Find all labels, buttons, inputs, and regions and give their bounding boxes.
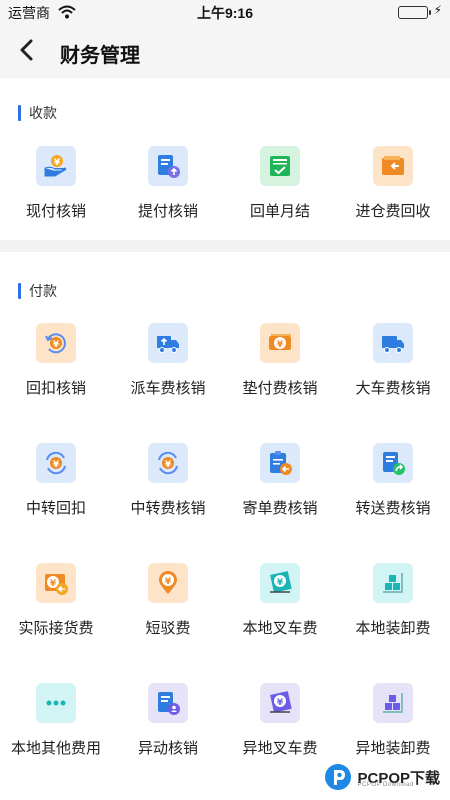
grid-item-forklift-yuan[interactable]: ¥ 异地叉车费 [224, 683, 336, 783]
grid-item-more-dots[interactable]: 本地其他费用 [0, 683, 112, 783]
grid-item-label: 回扣核销 [25, 380, 86, 397]
cash-hand-icon: ¥ [36, 146, 76, 186]
svg-text:¥: ¥ [53, 460, 60, 470]
boxes-cart-icon [373, 563, 413, 603]
section-header-payments: 付款 [18, 281, 57, 301]
clipboard-send-icon [260, 443, 300, 483]
grid-item-label: 派车费核销 [130, 380, 206, 397]
svg-text:¥: ¥ [165, 577, 172, 587]
grid-item-receipt-check[interactable]: 回单月结 [224, 146, 336, 246]
grid-item-wallet-return[interactable]: 进仓费回收 [337, 146, 449, 246]
grid-item-label: 进仓费回收 [355, 203, 431, 220]
receipt-check-icon [260, 146, 300, 186]
pcpop-logo-icon [325, 764, 352, 790]
watermark-subtext: PCPOP Download [357, 782, 414, 788]
grid-item-yuan-transfer[interactable]: ¥ 中转回扣 [0, 443, 112, 543]
section-header-receipts: 收款 [18, 103, 57, 123]
grid-item-truck[interactable]: 大车费核销 [337, 323, 449, 423]
wallet-yuan-icon: ¥ [36, 563, 76, 603]
grid-item-forklift-yuan[interactable]: ¥ 本地叉车费 [224, 563, 336, 663]
yuan-cycle-icon: ¥ [36, 323, 76, 363]
document-forward-icon [373, 443, 413, 483]
grid-item-truck-upload[interactable]: 派车费核销 [112, 323, 224, 423]
truck-icon [373, 323, 413, 363]
grid-item-label: 异动核销 [137, 740, 198, 757]
section-title: 收款 [29, 105, 57, 121]
grid-item-document-upload[interactable]: 提付核销 [112, 146, 224, 246]
grid-item-money-stack[interactable]: ¥ 垫付费核销 [224, 323, 336, 423]
grid-item-label: 垫付费核销 [242, 380, 318, 397]
grid-item-label: 大车费核销 [355, 380, 431, 397]
page-title: 财务管理 [60, 45, 140, 67]
grid-item-wallet-yuan[interactable]: ¥ 实际接货费 [0, 563, 112, 663]
grid-item-cash-hand[interactable]: ¥ 现付核销 [0, 146, 112, 246]
grid-item-label: 现付核销 [25, 203, 86, 220]
battery-icon [398, 6, 431, 19]
grid-item-label: 寄单费核销 [242, 500, 318, 517]
svg-text:¥: ¥ [165, 460, 172, 470]
forklift-yuan-icon: ¥ [260, 563, 300, 603]
section-divider [0, 240, 450, 252]
nav-bar: 财务管理 [0, 24, 450, 78]
grid-item-label: 回单月结 [249, 203, 310, 220]
svg-text:¥: ¥ [277, 578, 284, 588]
yuan-transfer-icon: ¥ [148, 443, 188, 483]
grid-item-label: 异地叉车费 [242, 740, 318, 757]
grid-item-boxes-cart[interactable]: 本地装卸费 [337, 563, 449, 663]
boxes-cart-icon [373, 683, 413, 723]
grid-item-label: 中转回扣 [25, 500, 86, 517]
back-chevron-icon[interactable] [14, 36, 42, 64]
document-user-icon [148, 683, 188, 723]
grid-item-clipboard-send[interactable]: 寄单费核销 [224, 443, 336, 543]
section-accent-bar [18, 105, 21, 121]
yuan-transfer-icon: ¥ [36, 443, 76, 483]
more-dots-icon [36, 683, 76, 723]
wallet-return-icon [373, 146, 413, 186]
grid-item-label: 本地其他费用 [10, 740, 101, 757]
svg-text:¥: ¥ [277, 698, 284, 708]
grid-item-yuan-location-pin[interactable]: ¥ 短驳费 [112, 563, 224, 663]
status-bar: 运营商 上午9:16 ⚡ [0, 0, 450, 24]
charging-bolt-icon: ⚡ [433, 3, 442, 17]
grid-item-label: 本地装卸费 [355, 620, 431, 637]
grid-item-label: 转送费核销 [355, 500, 431, 517]
grid-item-label: 异地装卸费 [355, 740, 431, 757]
grid-item-label: 中转费核销 [130, 500, 206, 517]
section-accent-bar [18, 283, 21, 299]
grid-item-yuan-transfer[interactable]: ¥ 中转费核销 [112, 443, 224, 543]
grid-item-label: 本地叉车费 [242, 620, 318, 637]
svg-text:¥: ¥ [50, 579, 57, 589]
section-title: 付款 [29, 283, 57, 299]
truck-upload-icon [148, 323, 188, 363]
forklift-yuan-icon: ¥ [260, 683, 300, 723]
grid-item-document-user[interactable]: 异动核销 [112, 683, 224, 783]
svg-text:¥: ¥ [53, 340, 60, 350]
svg-text:¥: ¥ [54, 158, 61, 168]
grid-item-yuan-cycle[interactable]: ¥ 回扣核销 [0, 323, 112, 423]
status-time: 上午9:16 [196, 5, 254, 21]
grid-item-label: 实际接货费 [18, 620, 94, 637]
watermark: PCPOP下载 PCPOP Download [323, 762, 440, 792]
grid-item-label: 提付核销 [137, 203, 198, 220]
grid-item-document-forward[interactable]: 转送费核销 [337, 443, 449, 543]
svg-text:¥: ¥ [277, 340, 284, 350]
yuan-location-pin-icon: ¥ [148, 563, 188, 603]
grid-item-label: 短驳费 [145, 620, 191, 637]
document-upload-icon [148, 146, 188, 186]
money-stack-icon: ¥ [260, 323, 300, 363]
